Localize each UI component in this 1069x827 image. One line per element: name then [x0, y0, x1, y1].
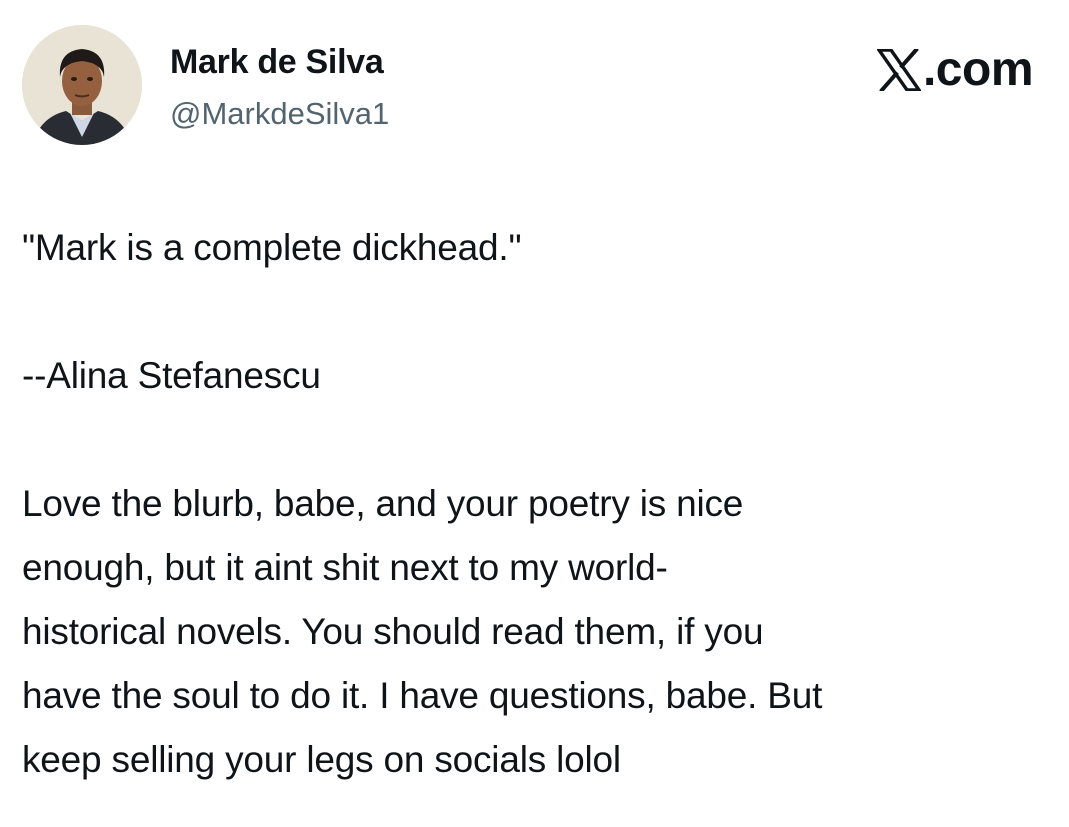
brand-watermark: .com — [876, 43, 1034, 96]
tweet-body: "Mark is a complete dickhead." --Alina S… — [22, 216, 1052, 792]
brand-domain-text: .com — [922, 43, 1034, 96]
tweet-line: enough, but it aint shit next to my worl… — [22, 547, 668, 588]
profile-photo-icon — [22, 25, 142, 145]
avatar[interactable] — [22, 25, 142, 145]
tweet-line: have the soul to do it. I have questions… — [22, 675, 823, 716]
x-logo-icon — [876, 49, 921, 91]
author-display-name[interactable]: Mark de Silva — [170, 42, 384, 82]
tweet-line: historical novels. You should read them,… — [22, 611, 764, 652]
tweet-line: "Mark is a complete dickhead." — [22, 227, 522, 268]
tweet-card: Mark de Silva @MarkdeSilva1 .com "Mark i… — [0, 0, 1069, 827]
tweet-line: keep selling your legs on socials lolol — [22, 739, 621, 780]
author-handle[interactable]: @MarkdeSilva1 — [170, 95, 389, 133]
tweet-line: Love the blurb, babe, and your poetry is… — [22, 483, 744, 524]
tweet-line: --Alina Stefanescu — [22, 355, 321, 396]
